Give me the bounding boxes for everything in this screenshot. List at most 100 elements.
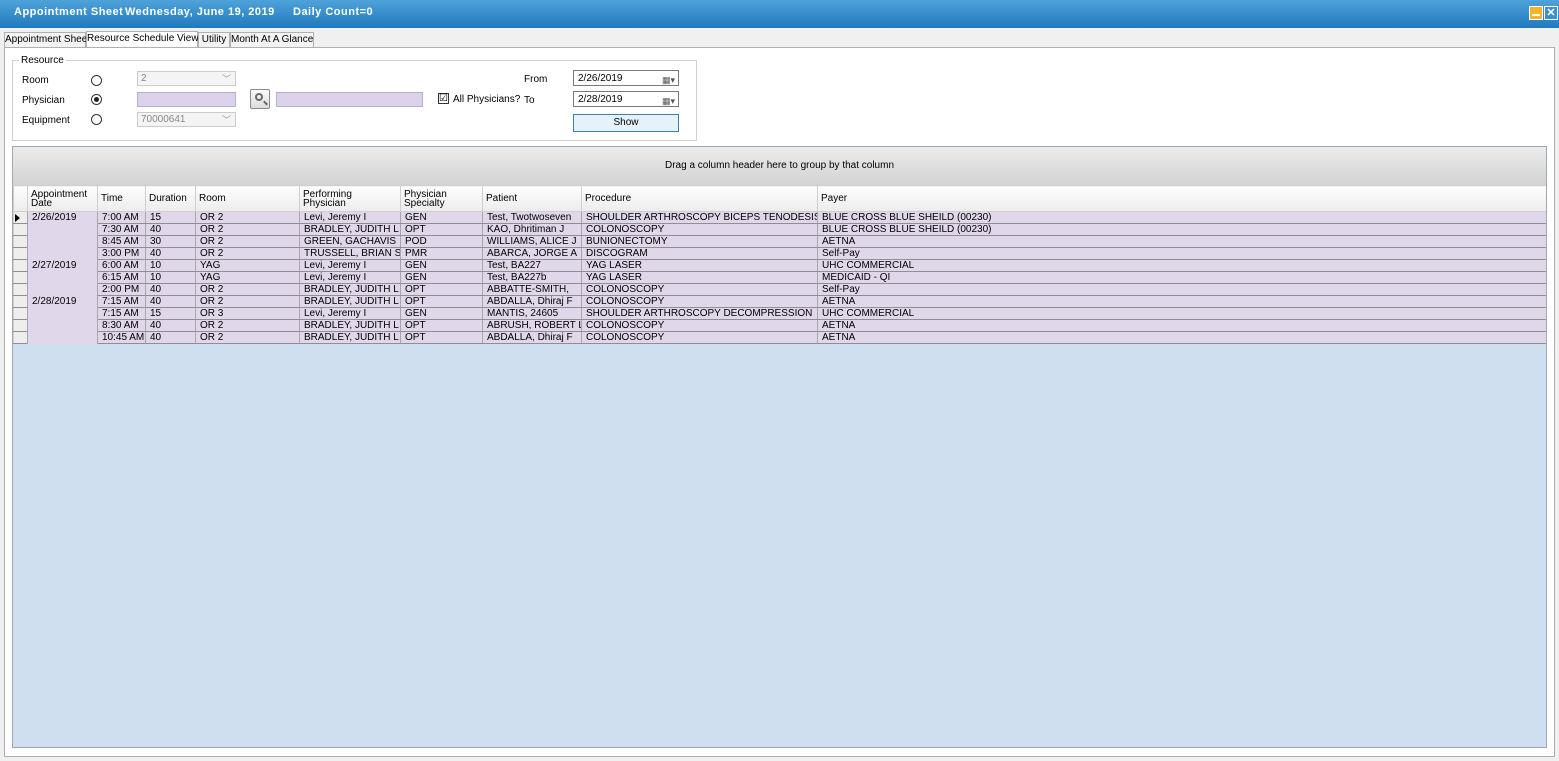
patient-cell[interactable]: ABDALLA, Dhiraj F [482, 295, 582, 308]
row-selector[interactable] [13, 283, 28, 296]
procedure-cell[interactable]: COLONOSCOPY [581, 295, 818, 308]
appointment-date-cell[interactable]: 2/26/2019 [27, 211, 98, 260]
patient-cell[interactable]: Test, BA227b [482, 271, 582, 284]
row-selector[interactable] [13, 319, 28, 332]
specialty-cell[interactable]: OPT [400, 223, 483, 236]
duration-cell[interactable]: 40 [145, 283, 196, 296]
patient-cell[interactable]: WILLIAMS, ALICE J [482, 235, 582, 248]
row-selector[interactable] [13, 235, 28, 248]
physician-code-input[interactable] [137, 92, 236, 107]
patient-cell[interactable]: ABRUSH, ROBERT L [482, 319, 582, 332]
column-header[interactable]: Duration [145, 185, 196, 212]
table-row[interactable]: 10:45 AM 40 OR 2 BRADLEY, JUDITH L OPT ABDALL… [13, 331, 1546, 344]
room-cell[interactable]: OR 2 [195, 331, 300, 344]
physician-cell[interactable]: Levi, Jeremy I [299, 259, 401, 272]
calendar-dropdown-icon[interactable]: ▦▾ [662, 94, 675, 109]
row-selector[interactable] [13, 271, 28, 284]
payer-cell[interactable]: AETNA [817, 331, 1546, 344]
procedure-cell[interactable]: COLONOSCOPY [581, 319, 818, 332]
procedure-cell[interactable]: BUNIONECTOMY [581, 235, 818, 248]
row-selector[interactable] [13, 331, 28, 344]
column-header[interactable]: Performing Physician [299, 185, 401, 212]
room-radio[interactable] [91, 75, 102, 86]
tab-utility[interactable]: Utility [198, 32, 230, 47]
patient-cell[interactable]: Test, Twotwoseven [482, 211, 582, 224]
room-cell[interactable]: YAG [195, 259, 300, 272]
time-cell[interactable]: 7:15 AM [97, 295, 146, 308]
specialty-cell[interactable]: GEN [400, 271, 483, 284]
specialty-cell[interactable]: OPT [400, 295, 483, 308]
procedure-cell[interactable]: SHOULDER ARTHROSCOPY DECOMPRESSION [581, 307, 818, 320]
physician-radio[interactable] [91, 94, 102, 105]
time-cell[interactable]: 6:15 AM [97, 271, 146, 284]
schedule-grid[interactable]: Drag a column header here to group by th… [12, 146, 1547, 748]
duration-cell[interactable]: 40 [145, 331, 196, 344]
close-icon[interactable]: ✕ [1544, 6, 1558, 20]
room-cell[interactable]: OR 2 [195, 247, 300, 260]
payer-cell[interactable]: BLUE CROSS BLUE SHEILD (00230) [817, 211, 1546, 224]
row-selector[interactable] [13, 247, 28, 260]
table-row[interactable]: 2:00 PM 40 OR 2 BRADLEY, JUDITH L OPT ABBATTE… [13, 283, 1546, 296]
room-cell[interactable]: OR 2 [195, 295, 300, 308]
procedure-cell[interactable]: COLONOSCOPY [581, 331, 818, 344]
duration-cell[interactable]: 30 [145, 235, 196, 248]
procedure-cell[interactable]: COLONOSCOPY [581, 223, 818, 236]
specialty-cell[interactable]: OPT [400, 319, 483, 332]
table-row[interactable]: 8:45 AM 30 OR 2 GREEN, GACHAVIS POD WILLIAMS,… [13, 235, 1546, 248]
time-cell[interactable]: 8:45 AM [97, 235, 146, 248]
table-row[interactable]: 6:15 AM 10 YAG Levi, Jeremy I GEN Test, BA227… [13, 271, 1546, 284]
calendar-dropdown-icon[interactable]: ▦▾ [662, 73, 675, 88]
time-cell[interactable]: 2:00 PM [97, 283, 146, 296]
patient-cell[interactable]: ABDALLA, Dhiraj F [482, 331, 582, 344]
duration-cell[interactable]: 10 [145, 271, 196, 284]
magnifier-icon[interactable] [250, 89, 270, 109]
patient-cell[interactable]: KAO, Dhritiman J [482, 223, 582, 236]
row-selector[interactable] [13, 295, 28, 308]
physician-cell[interactable]: BRADLEY, JUDITH L [299, 223, 401, 236]
specialty-cell[interactable]: PMR [400, 247, 483, 260]
patient-cell[interactable]: Test, BA227 [482, 259, 582, 272]
payer-cell[interactable]: UHC COMMERCIAL [817, 307, 1546, 320]
row-selector[interactable] [13, 211, 28, 224]
room-cell[interactable]: OR 2 [195, 223, 300, 236]
physician-cell[interactable]: TRUSSELL, BRIAN S [299, 247, 401, 260]
procedure-cell[interactable]: DISCOGRAM [581, 247, 818, 260]
physician-cell[interactable]: Levi, Jeremy I [299, 271, 401, 284]
column-header[interactable]: Payer [817, 185, 1546, 212]
physician-cell[interactable]: GREEN, GACHAVIS [299, 235, 401, 248]
time-cell[interactable]: 3:00 PM [97, 247, 146, 260]
physician-cell[interactable]: Levi, Jeremy I [299, 307, 401, 320]
column-header[interactable]: Room [195, 185, 300, 212]
room-cell[interactable]: OR 3 [195, 307, 300, 320]
table-row[interactable]: 8:30 AM 40 OR 2 BRADLEY, JUDITH L OPT ABRUSH,… [13, 319, 1546, 332]
column-header[interactable]: Time [97, 185, 146, 212]
appointment-date-cell[interactable]: 2/28/2019 [27, 295, 98, 344]
column-header[interactable]: Physician Specialty [400, 185, 483, 212]
time-cell[interactable]: 6:00 AM [97, 259, 146, 272]
time-cell[interactable]: 10:45 AM [97, 331, 146, 344]
table-row[interactable]: 7:30 AM 40 OR 2 BRADLEY, JUDITH L OPT KAO, Dh… [13, 223, 1546, 236]
equipment-radio[interactable] [91, 114, 102, 125]
procedure-cell[interactable]: YAG LASER [581, 259, 818, 272]
time-cell[interactable]: 7:15 AM [97, 307, 146, 320]
duration-cell[interactable]: 40 [145, 247, 196, 260]
time-cell[interactable]: 7:00 AM [97, 211, 146, 224]
column-header[interactable]: Patient [482, 185, 582, 212]
duration-cell[interactable]: 15 [145, 307, 196, 320]
procedure-cell[interactable]: COLONOSCOPY [581, 283, 818, 296]
from-date-picker[interactable]: 2/26/2019 ▦▾ [573, 70, 679, 86]
duration-cell[interactable]: 40 [145, 295, 196, 308]
column-header[interactable]: Procedure [581, 185, 818, 212]
physician-cell[interactable]: BRADLEY, JUDITH L [299, 331, 401, 344]
all-physicians-checkbox[interactable]: ☑ [438, 93, 449, 104]
column-header[interactable]: Appointment Date [27, 185, 98, 212]
physician-cell[interactable]: BRADLEY, JUDITH L [299, 295, 401, 308]
physician-cell[interactable]: BRADLEY, JUDITH L [299, 283, 401, 296]
to-date-picker[interactable]: 2/28/2019 ▦▾ [573, 91, 679, 107]
patient-cell[interactable]: MANTIS, 24605 [482, 307, 582, 320]
payer-cell[interactable]: UHC COMMERCIAL [817, 259, 1546, 272]
payer-cell[interactable]: Self-Pay [817, 283, 1546, 296]
payer-cell[interactable]: AETNA [817, 235, 1546, 248]
room-cell[interactable]: OR 2 [195, 283, 300, 296]
table-row[interactable]: 2/28/2019 7:15 AM 40 OR 2 BRADLEY, JUDITH LO… [13, 295, 1546, 344]
